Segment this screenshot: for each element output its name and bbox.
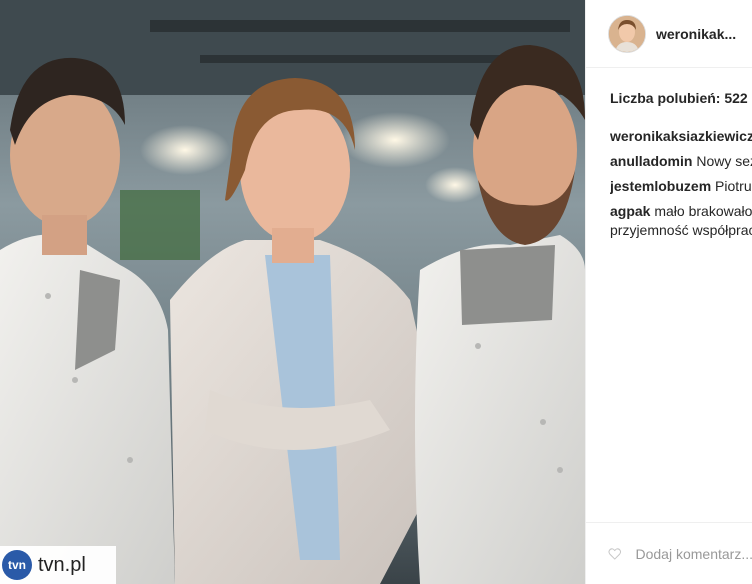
comment-text: Piotrus — [715, 178, 752, 194]
photo-image — [0, 0, 585, 584]
add-comment-input[interactable]: Dodaj komentarz... — [636, 546, 752, 562]
post-footer: Dodaj komentarz... — [586, 522, 752, 584]
likes-count[interactable]: Liczba polubień: 522 — [610, 90, 748, 106]
comments-list: weronikaksiazkiewicz anulladomin Nowy se… — [610, 127, 752, 246]
tvn-site-text: tvn.pl — [38, 553, 86, 576]
tvn-watermark: tvn tvn.pl — [0, 546, 116, 584]
post-side-panel: weronikak... Liczba polubień: 522 weroni… — [585, 0, 752, 584]
comment-username[interactable]: jestemlobuzem — [610, 178, 711, 194]
tvn-logo-icon: tvn — [2, 550, 32, 580]
comment-username[interactable]: agpak — [610, 203, 650, 219]
comment-item: anulladomin Nowy sezon — [610, 152, 752, 171]
avatar[interactable] — [608, 14, 646, 53]
comment-text: Nowy sezon — [696, 153, 752, 169]
comment-username[interactable]: anulladomin — [610, 153, 692, 169]
heart-outline-icon[interactable] — [608, 543, 622, 565]
post-header: weronikak... — [586, 0, 752, 68]
comment-text-continued: przyjemność współpracy — [610, 222, 752, 238]
comment-text: mało brakowało — [654, 203, 752, 219]
comment-username[interactable]: weronikaksiazkiewicz — [610, 128, 752, 144]
post-photo[interactable]: tvn tvn.pl — [0, 0, 585, 584]
username-link[interactable]: weronikak... — [656, 26, 736, 42]
tvn-logo-text: tvn — [8, 558, 26, 572]
comment-item: agpak mało brakowało przyjemność współpr… — [610, 202, 752, 240]
comment-item: weronikaksiazkiewicz — [610, 127, 752, 146]
avatar-image — [609, 15, 645, 52]
comment-item: jestemlobuzem Piotrus — [610, 177, 752, 196]
